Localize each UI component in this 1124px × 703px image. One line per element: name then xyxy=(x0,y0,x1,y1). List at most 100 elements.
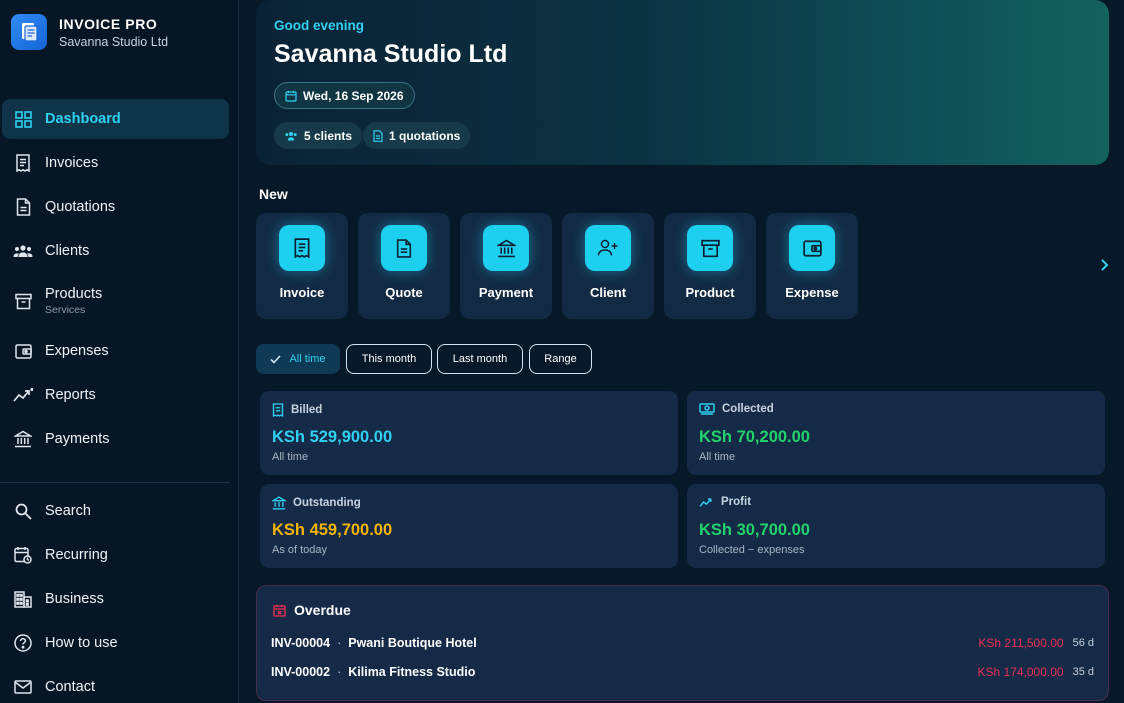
overdue-amount: KSh 174,000.00 xyxy=(977,665,1064,679)
brand[interactable]: INVOICE PRO Savanna Studio Ltd xyxy=(11,14,168,50)
sidebar-divider xyxy=(0,482,230,483)
new-client-button[interactable]: Client xyxy=(562,213,654,319)
sidebar-item-label: Dashboard xyxy=(45,111,121,127)
sidebar-item-label: How to use xyxy=(45,635,118,651)
filter-label: This month xyxy=(361,353,417,365)
sidebar-item-products[interactable]: Products Services xyxy=(2,281,229,321)
overdue-row[interactable]: INV-00002 · Kilima Fitness Studio KSh 17… xyxy=(271,663,1094,681)
stat-note: As of today xyxy=(272,544,328,556)
cash-icon xyxy=(699,403,715,415)
sidebar-item-clients[interactable]: Clients xyxy=(2,231,229,271)
billed-value: KSh 529,900.00 xyxy=(272,428,393,446)
check-icon xyxy=(270,354,282,364)
mail-icon xyxy=(13,677,33,697)
overdue-title: Overdue xyxy=(294,602,351,618)
new-quote-button[interactable]: Quote xyxy=(358,213,450,319)
sidebar-item-label: Quotations xyxy=(45,199,116,215)
collected-card[interactable]: Collected KSh 70,200.00 All time xyxy=(687,391,1105,475)
quick-action-label: Product xyxy=(685,285,735,300)
dashboard-grid-icon xyxy=(13,109,33,129)
sidebar-item-reports[interactable]: Reports xyxy=(2,375,229,415)
client-name: Pwani Boutique Hotel xyxy=(348,636,477,650)
help-circle-icon xyxy=(13,633,33,653)
add-person-icon xyxy=(585,225,631,271)
sidebar-item-contact[interactable]: Contact xyxy=(2,667,229,703)
business-title: Savanna Studio Ltd xyxy=(274,40,508,68)
sidebar-item-label: Invoices xyxy=(45,155,99,171)
archive-box-icon xyxy=(13,291,33,311)
quotations-count: 1 quotations xyxy=(389,128,461,143)
stat-label: Collected xyxy=(722,403,774,415)
stat-label: Outstanding xyxy=(293,497,361,509)
sidebar-item-label: Clients xyxy=(45,243,90,259)
quick-actions-heading: New xyxy=(259,186,288,202)
overdue-amount: KSh 211,500.00 xyxy=(978,636,1064,650)
new-payment-button[interactable]: Payment xyxy=(460,213,552,319)
sidebar: INVOICE PRO Savanna Studio Ltd Dashboard… xyxy=(0,0,239,703)
profit-card[interactable]: Profit KSh 30,700.00 Collected − expense… xyxy=(687,484,1105,568)
filter-label: Range xyxy=(544,353,577,365)
quotations-count-chip[interactable]: 1 quotations xyxy=(363,122,471,149)
overdue-row[interactable]: INV-00004 · Pwani Boutique Hotel KSh 211… xyxy=(271,634,1094,652)
profit-value: KSh 30,700.00 xyxy=(699,521,810,539)
sidebar-item-label: Contact xyxy=(45,679,95,695)
sidebar-item-label: Business xyxy=(45,591,104,607)
stat-note: All time xyxy=(272,451,309,463)
filter-range[interactable]: Range xyxy=(529,344,592,374)
new-invoice-button[interactable]: Invoice xyxy=(256,213,348,319)
calendar-alert-icon xyxy=(273,604,286,617)
chevron-right-icon[interactable] xyxy=(1096,257,1112,273)
collected-value: KSh 70,200.00 xyxy=(699,428,810,446)
bank-icon xyxy=(13,429,33,449)
filter-last-month[interactable]: Last month xyxy=(437,344,523,374)
days-overdue: 35 d xyxy=(1072,666,1094,678)
app-logo-icon xyxy=(11,14,47,50)
quick-action-label: Invoice xyxy=(279,285,325,300)
sidebar-item-search[interactable]: Search xyxy=(2,491,229,531)
greeting-banner: Good evening Savanna Studio Ltd Wed, 16 … xyxy=(256,0,1109,165)
filter-this-month[interactable]: This month xyxy=(346,344,432,374)
bank-icon xyxy=(483,225,529,271)
sidebar-item-payments[interactable]: Payments xyxy=(2,419,229,459)
sidebar-item-dashboard[interactable]: Dashboard xyxy=(2,99,229,139)
sidebar-item-quotations[interactable]: Quotations xyxy=(2,187,229,227)
filter-all-time[interactable]: All time xyxy=(256,344,340,374)
outstanding-value: KSh 459,700.00 xyxy=(272,521,393,539)
date-chip: Wed, 16 Sep 2026 xyxy=(274,82,415,109)
billed-card[interactable]: Billed KSh 529,900.00 All time xyxy=(260,391,678,475)
new-expense-button[interactable]: Expense xyxy=(766,213,858,319)
clients-count-chip[interactable]: 5 clients xyxy=(274,122,363,149)
quick-action-label: Client xyxy=(589,285,627,300)
invoice-icon xyxy=(272,403,284,417)
trending-icon xyxy=(13,385,33,405)
invoice-icon xyxy=(13,153,33,173)
sidebar-item-label: Products xyxy=(45,286,103,302)
sidebar-item-invoices[interactable]: Invoices xyxy=(2,143,229,183)
sidebar-item-how-to-use[interactable]: How to use xyxy=(2,623,229,663)
document-icon xyxy=(381,225,427,271)
wallet-icon xyxy=(13,341,33,361)
sidebar-item-label: Expenses xyxy=(45,343,109,359)
stat-label: Profit xyxy=(721,496,752,508)
invoice-icon xyxy=(279,225,325,271)
filter-label: Last month xyxy=(452,353,508,365)
calendar-icon xyxy=(285,90,297,102)
sidebar-item-label: Search xyxy=(45,503,91,519)
wallet-icon xyxy=(789,225,835,271)
stat-note: All time xyxy=(699,451,736,463)
new-product-button[interactable]: Product xyxy=(664,213,756,319)
sidebar-item-business[interactable]: Business xyxy=(2,579,229,619)
days-overdue: 56 d xyxy=(1072,637,1094,649)
document-icon xyxy=(13,197,33,217)
sidebar-item-label: Payments xyxy=(45,431,110,447)
building-icon xyxy=(13,589,33,609)
current-date: Wed, 16 Sep 2026 xyxy=(303,88,404,103)
stat-note: Collected − expenses xyxy=(699,544,805,556)
greeting-text: Good evening xyxy=(274,18,365,33)
people-icon xyxy=(285,131,297,140)
bank-icon xyxy=(272,496,286,510)
outstanding-card[interactable]: Outstanding KSh 459,700.00 As of today xyxy=(260,484,678,568)
sidebar-item-expenses[interactable]: Expenses xyxy=(2,331,229,371)
archive-box-icon xyxy=(687,225,733,271)
sidebar-item-recurring[interactable]: Recurring xyxy=(2,535,229,575)
